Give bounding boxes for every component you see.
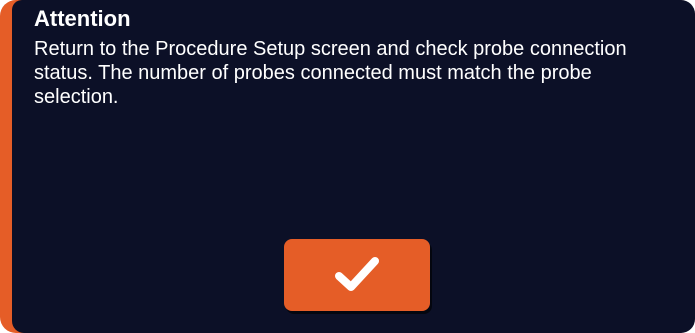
confirm-button[interactable] (284, 239, 430, 311)
checkmark-icon (335, 256, 379, 294)
dialog-title: Attention (34, 6, 131, 31)
dialog-body: Attention Return to the Procedure Setup … (12, 0, 695, 333)
dialog-message: Return to the Procedure Setup screen and… (34, 38, 627, 108)
attention-dialog: Attention Return to the Procedure Setup … (0, 0, 695, 333)
